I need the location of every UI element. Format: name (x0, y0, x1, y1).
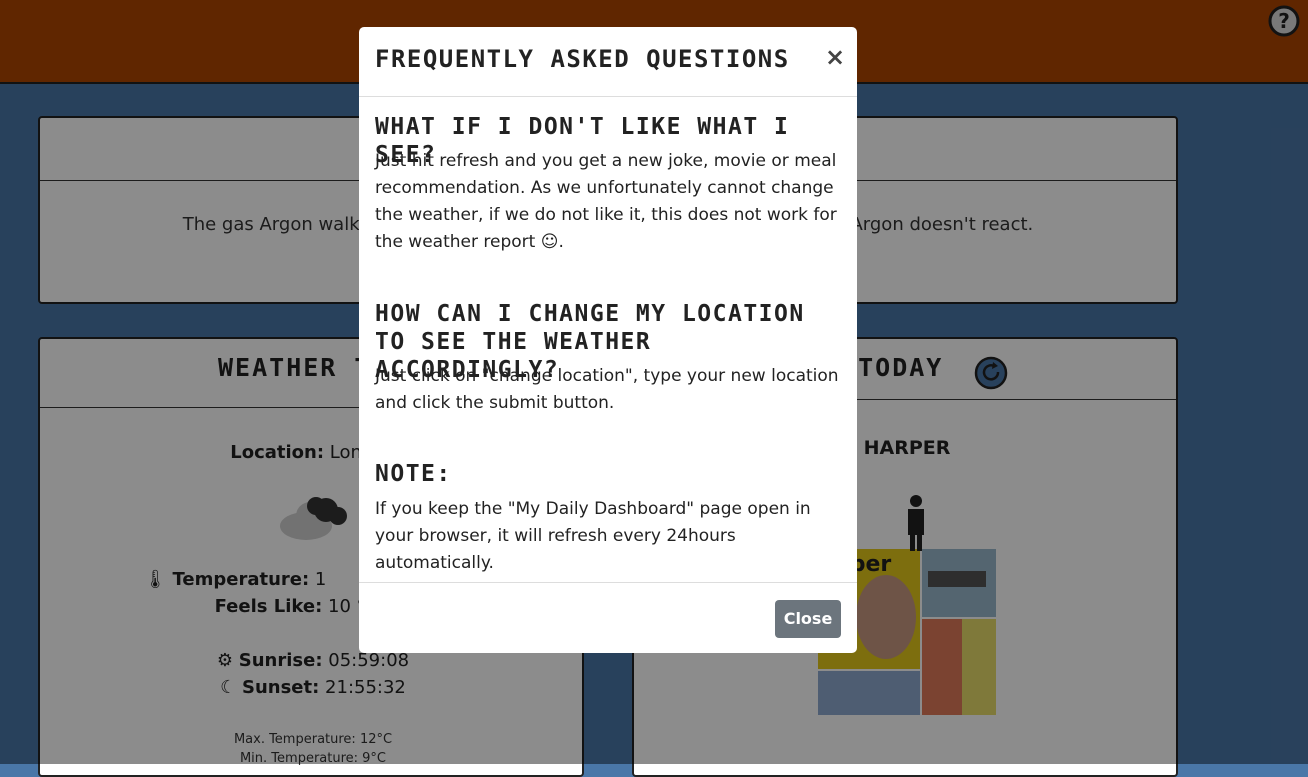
smile-icon: ☺ (540, 232, 559, 252)
faq-answer-3: If you keep the "My Daily Dashboard" pag… (375, 499, 811, 573)
faq-question-3: NOTE: (375, 461, 452, 487)
close-icon[interactable]: × (825, 43, 845, 71)
faq-answer-1-text: Just hit refresh and you get a new joke,… (375, 151, 837, 252)
modal-header: FREQUENTLY ASKED QUESTIONS × (359, 27, 857, 97)
faq-answer-1: Just hit refresh and you get a new joke,… (375, 148, 841, 256)
faq-answer-2: Just click on "change location", type yo… (375, 366, 839, 413)
faq-answer-1-end: . (558, 232, 564, 252)
modal-title: FREQUENTLY ASKED QUESTIONS (375, 45, 790, 73)
modal-footer: Close (359, 582, 857, 654)
faq-modal: FREQUENTLY ASKED QUESTIONS × WHAT IF I D… (359, 27, 857, 653)
close-button[interactable]: Close (775, 600, 841, 638)
